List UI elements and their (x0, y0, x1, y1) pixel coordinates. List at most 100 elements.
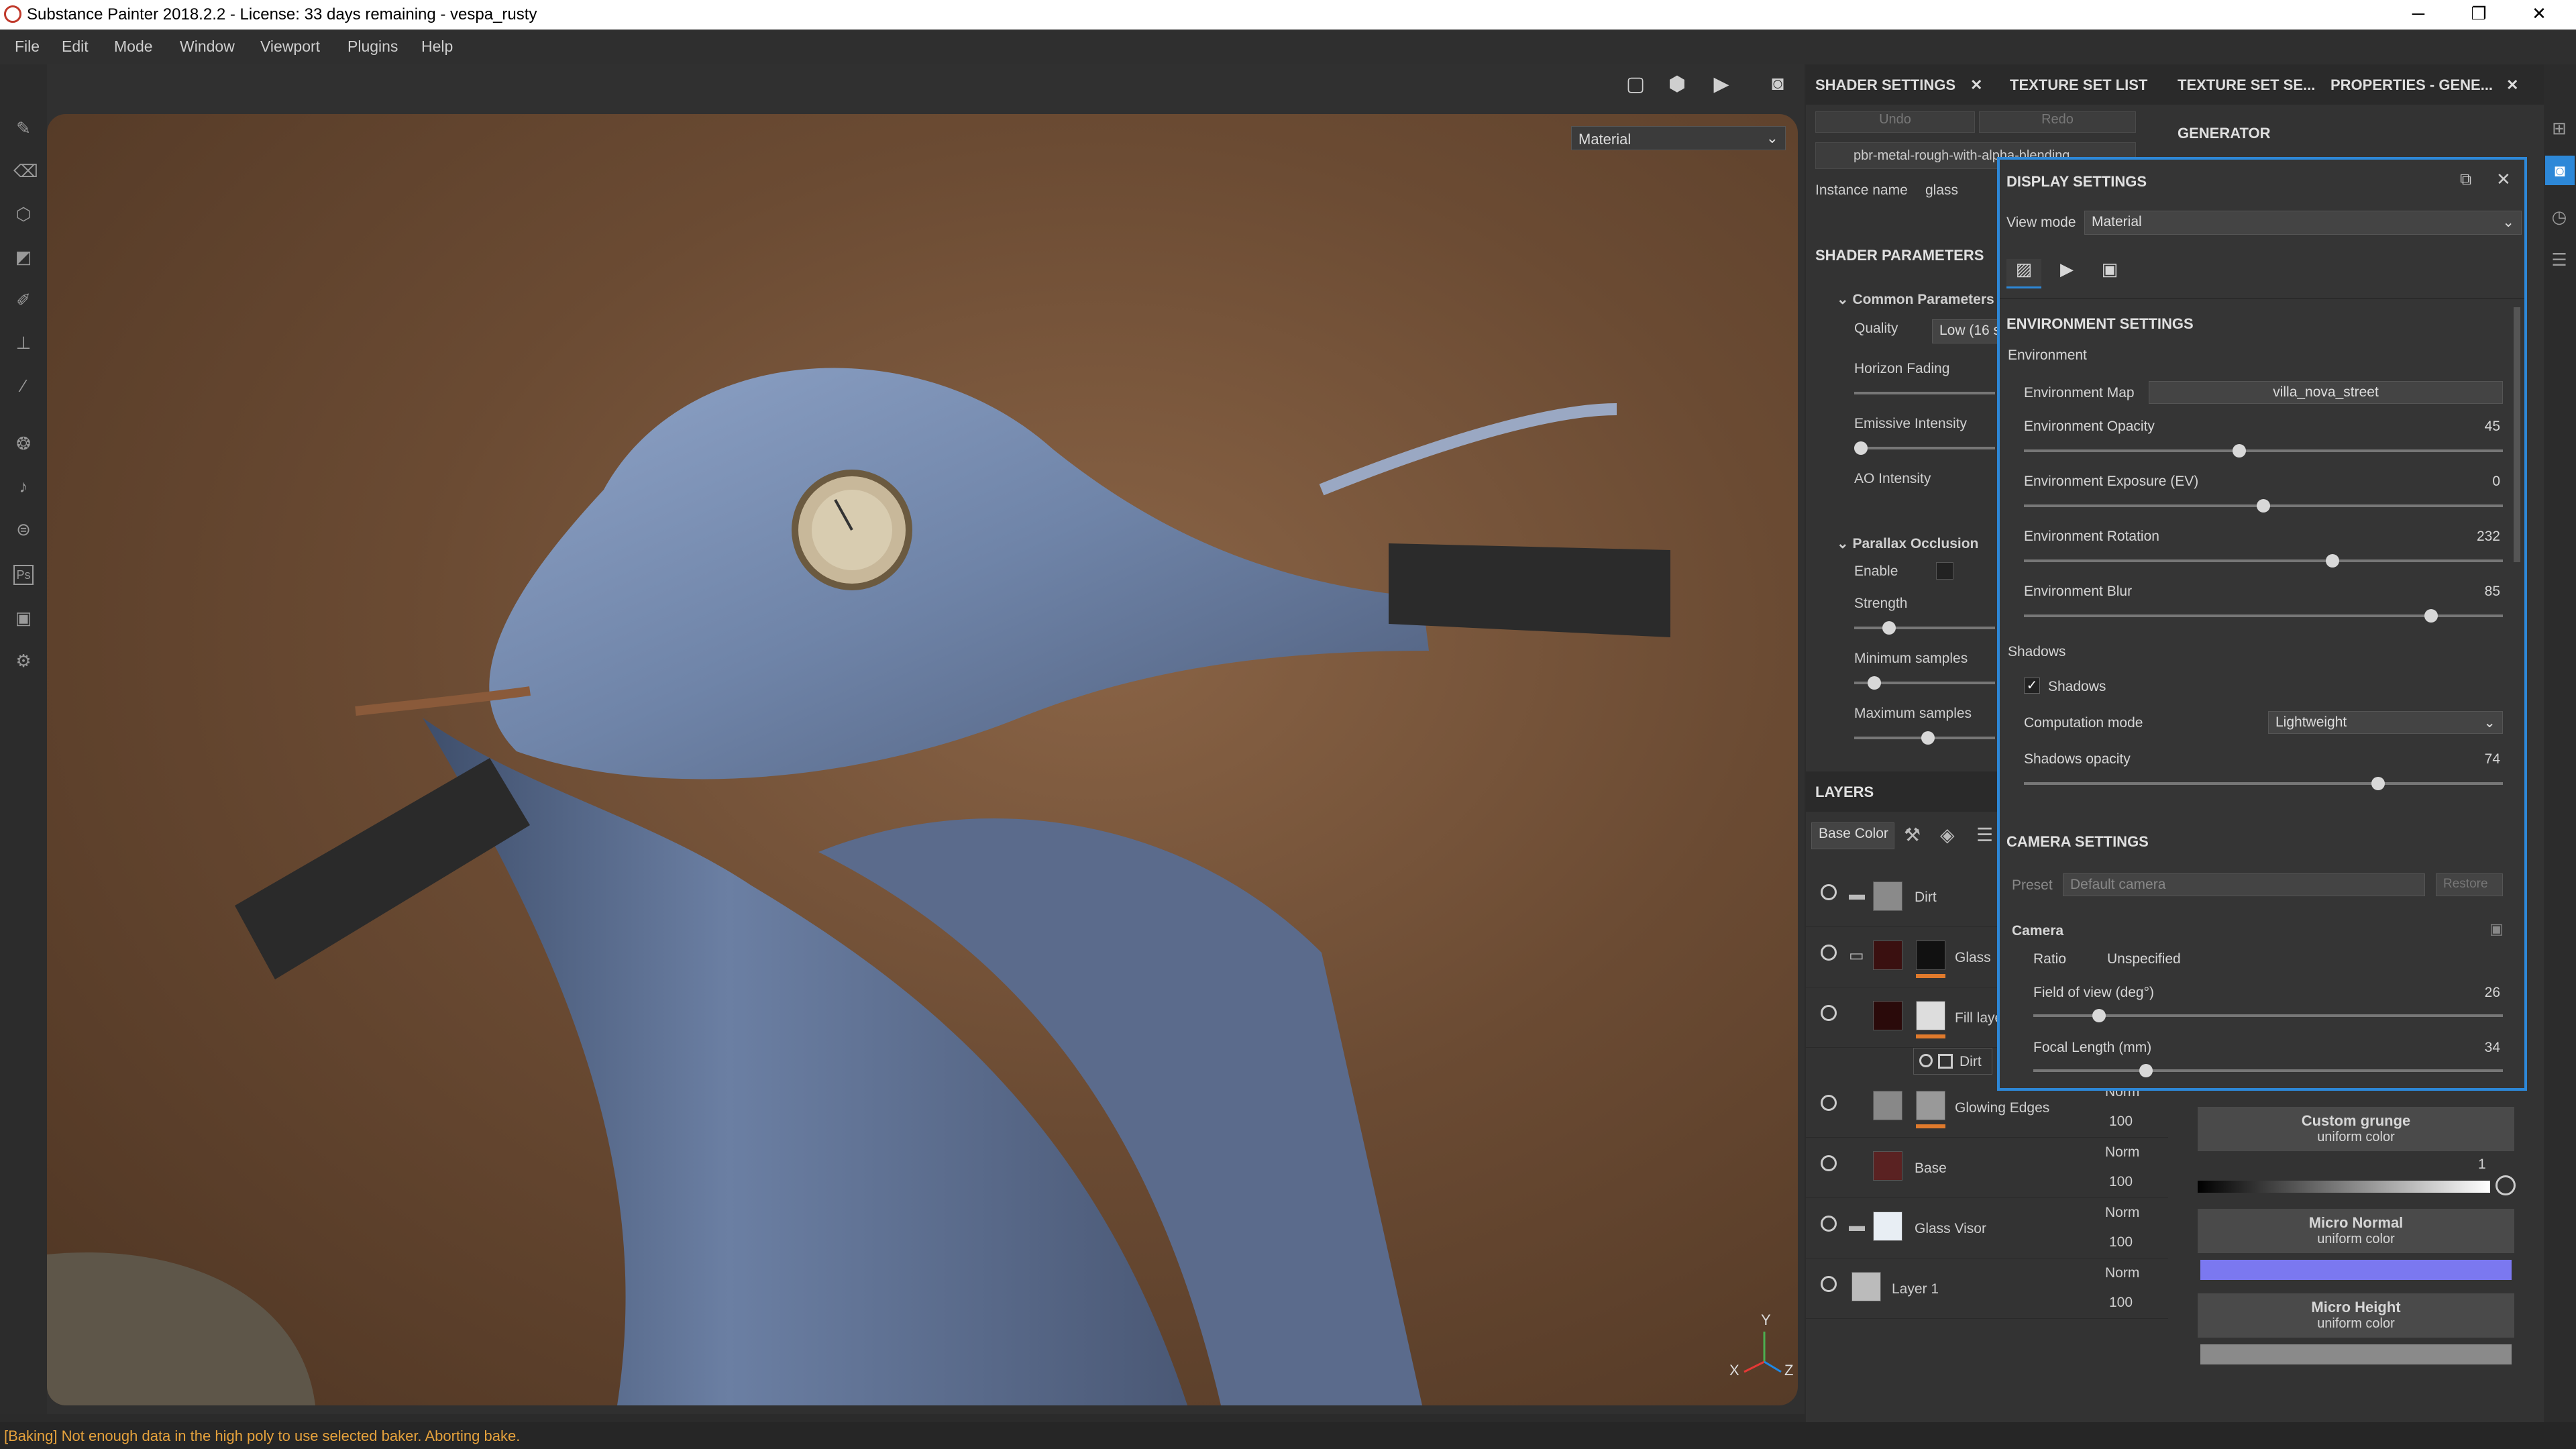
slider-knob[interactable] (2424, 609, 2438, 623)
bell-icon[interactable]: ♪ (13, 476, 34, 496)
common-parameters-group[interactable]: ⌄ Common Parameters (1837, 291, 1994, 308)
polygon-fill-icon[interactable]: ◩ (13, 247, 34, 267)
shelf-icon[interactable]: ❂ (13, 433, 34, 453)
slider-knob[interactable] (2371, 777, 2385, 790)
shadows-opacity-value[interactable]: 74 (2447, 751, 2500, 767)
micro-height-slot[interactable]: Micro Height uniform color (2198, 1293, 2514, 1338)
preset-field[interactable]: Default camera (2063, 873, 2425, 896)
blend-mode-select[interactable]: Norm (2105, 1265, 2139, 1281)
menu-mode[interactable]: Mode (114, 38, 153, 56)
color-picker-icon[interactable] (2496, 1175, 2516, 1195)
slider-knob[interactable] (1921, 731, 1935, 745)
add-mask-icon[interactable]: ◈ (1940, 824, 1955, 846)
layers-stack-icon[interactable]: ⊜ (13, 519, 34, 539)
slider-knob[interactable] (2257, 499, 2270, 513)
photoshop-icon[interactable]: Ps (13, 565, 34, 585)
environment-exposure-slider[interactable] (2024, 499, 2503, 513)
visibility-eye-icon[interactable] (1821, 884, 1837, 900)
view-mode-select[interactable]: Material ⌄ (2084, 211, 2522, 235)
close-icon[interactable]: ✕ (1970, 76, 1982, 93)
opacity-value[interactable]: 100 (2109, 1114, 2133, 1130)
environment-map-field[interactable]: villa_nova_street (2149, 381, 2503, 404)
environment-opacity-slider[interactable] (2024, 444, 2503, 458)
menu-plugins[interactable]: Plugins (347, 38, 398, 56)
tab-properties-generator[interactable]: PROPERTIES - GENE... ✕ (2321, 64, 2544, 105)
blend-mode-select[interactable]: Norm (2105, 1205, 2139, 1221)
slider-knob[interactable] (2325, 554, 2339, 568)
grunge-value[interactable]: 1 (2478, 1157, 2486, 1173)
micro-normal-swatch[interactable] (2200, 1260, 2512, 1280)
instance-name-field[interactable]: glass (1925, 182, 1958, 199)
slider-knob[interactable] (2092, 1009, 2106, 1022)
camera-video-icon[interactable]: ▶ (1708, 72, 1735, 97)
screenshot-camera-icon[interactable]: ◙ (1764, 72, 1791, 97)
tab-shader-settings[interactable]: SHADER SETTINGS ✕ (1806, 64, 2000, 105)
environment-exposure-value[interactable]: 0 (2447, 474, 2500, 490)
emissive-intensity-slider[interactable] (1854, 441, 1995, 455)
menu-window[interactable]: Window (180, 38, 235, 56)
environment-rotation-slider[interactable] (2024, 554, 2503, 568)
shadows-opacity-slider[interactable] (2024, 777, 2503, 790)
paint-brush-icon[interactable]: ✎ (13, 118, 34, 138)
opacity-value[interactable]: 100 (2109, 1295, 2133, 1311)
viewport-3d-cube-icon[interactable]: ⬢ (1664, 72, 1690, 97)
custom-grunge-slot[interactable]: Custom grunge uniform color (2198, 1107, 2514, 1151)
visibility-eye-icon[interactable] (1821, 945, 1837, 961)
environment-opacity-value[interactable]: 45 (2447, 419, 2500, 435)
grunge-gradient-slider[interactable] (2198, 1181, 2490, 1193)
environment-rotation-value[interactable]: 232 (2447, 529, 2500, 545)
visibility-eye-icon[interactable] (1821, 1276, 1837, 1292)
color-picker-icon[interactable]: ⁄ (13, 376, 34, 396)
field-of-view-value[interactable]: 26 (2447, 985, 2500, 1001)
field-of-view-slider[interactable] (2033, 1009, 2503, 1022)
visibility-eye-icon[interactable] (1919, 1054, 1933, 1067)
redo-button[interactable]: Redo (1979, 111, 2136, 133)
visibility-eye-icon[interactable] (1821, 1095, 1837, 1111)
restore-button[interactable]: Restore (2436, 873, 2503, 896)
slider-knob[interactable] (2233, 444, 2247, 458)
parallax-occlusion-group[interactable]: ⌄ Parallax Occlusion (1837, 535, 1978, 552)
projection-icon[interactable]: ⬡ (13, 204, 34, 224)
slider-knob[interactable] (1868, 676, 1881, 690)
layer-row[interactable]: Layer 1 Norm 100 (1806, 1260, 2168, 1319)
computation-mode-select[interactable]: Lightweight ⌄ (2268, 711, 2503, 734)
effect-row[interactable]: Dirt (1913, 1048, 1992, 1075)
close-button[interactable]: ✕ (2509, 0, 2569, 30)
minimize-button[interactable]: ─ (2388, 0, 2449, 30)
undo-button[interactable]: Undo (1815, 111, 1975, 133)
camera-tab-icon[interactable]: ▶ (2049, 259, 2084, 288)
slider-knob[interactable] (1882, 621, 1896, 635)
layer-row[interactable]: Base Norm 100 (1806, 1139, 2168, 1198)
visibility-eye-icon[interactable] (1821, 1216, 1837, 1232)
environment-blur-slider[interactable] (2024, 609, 2503, 623)
history-icon[interactable]: ◷ (2549, 207, 2569, 227)
opacity-value[interactable]: 100 (2109, 1234, 2133, 1250)
environment-tab-icon[interactable]: ▨ (2006, 259, 2041, 288)
menu-file[interactable]: File (15, 38, 40, 56)
focal-length-slider[interactable] (2033, 1064, 2503, 1077)
menu-viewport[interactable]: Viewport (260, 38, 320, 56)
smudge-icon[interactable]: ✐ (13, 290, 34, 310)
slider-knob[interactable] (1854, 441, 1868, 455)
viewport-tab-icon[interactable]: ▣ (2092, 259, 2127, 288)
blend-mode-select[interactable]: Norm (2105, 1144, 2139, 1161)
horizon-fading-slider[interactable] (1854, 392, 1995, 394)
viewport-2d-icon[interactable]: ▢ (1622, 72, 1649, 97)
close-icon[interactable]: ✕ (2496, 169, 2511, 190)
enable-checkbox[interactable] (1936, 562, 1953, 580)
strength-slider[interactable] (1854, 621, 1995, 635)
lock-icon[interactable]: ▣ (2489, 920, 2504, 938)
focal-length-value[interactable]: 34 (2447, 1040, 2500, 1056)
close-icon[interactable]: ✕ (2506, 76, 2518, 93)
3d-viewport[interactable]: Y X Z (47, 114, 1798, 1405)
layer-row[interactable]: ▬ Glass Visor Norm 100 (1806, 1199, 2168, 1258)
visibility-eye-icon[interactable] (1821, 1155, 1837, 1171)
maximum-samples-slider[interactable] (1854, 731, 1995, 745)
eraser-icon[interactable]: ⌫ (13, 161, 38, 181)
opacity-value[interactable]: 100 (2109, 1174, 2133, 1190)
environment-blur-value[interactable]: 85 (2447, 584, 2500, 600)
menu-edit[interactable]: Edit (62, 38, 89, 56)
channel-select[interactable]: Base Color (1811, 822, 1894, 849)
grid-icon[interactable]: ⊞ (2549, 118, 2569, 138)
tab-texture-set-list[interactable]: TEXTURE SET LIST (2000, 64, 2168, 105)
